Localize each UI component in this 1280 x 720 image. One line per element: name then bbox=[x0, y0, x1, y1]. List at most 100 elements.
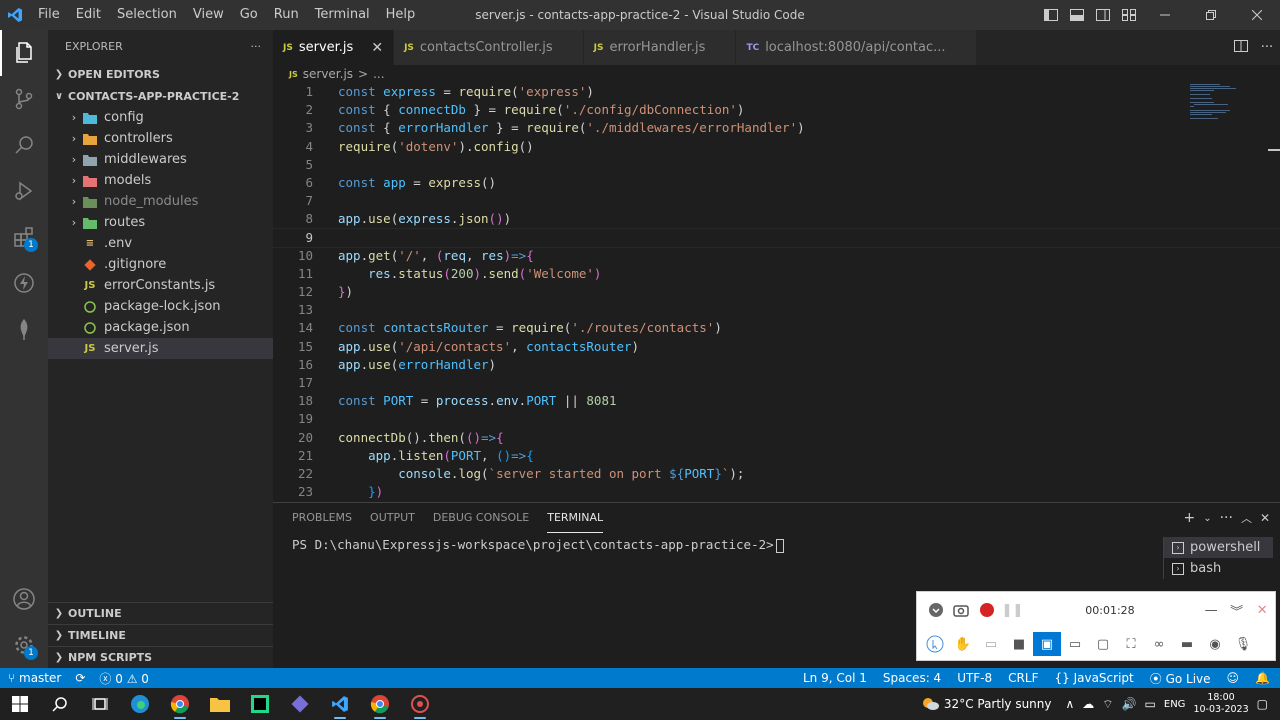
project-section[interactable]: ∨ CONTACTS-APP-PRACTICE-2 bbox=[48, 85, 273, 107]
screen-recorder-icon[interactable] bbox=[400, 688, 440, 720]
chevron-up-icon[interactable]: ∧ bbox=[1066, 697, 1075, 711]
video-camera-icon[interactable]: ■ bbox=[1005, 632, 1033, 656]
recorder-menu-icon[interactable] bbox=[923, 598, 949, 622]
npm-scripts-section[interactable]: ❯ NPM SCRIPTS bbox=[48, 646, 273, 668]
explorer-more-icon[interactable]: ··· bbox=[251, 40, 262, 53]
restore-icon[interactable] bbox=[1188, 0, 1234, 30]
toggle-panel-icon[interactable] bbox=[1064, 0, 1090, 30]
encoding[interactable]: UTF-8 bbox=[957, 671, 992, 685]
task-view-icon[interactable] bbox=[80, 688, 120, 720]
monitor-icon[interactable]: ▭ bbox=[1061, 632, 1089, 656]
volume-icon[interactable]: 🔊 bbox=[1122, 697, 1137, 711]
more-actions-icon[interactable]: ··· bbox=[1254, 40, 1280, 55]
tab-terminal[interactable]: TERMINAL bbox=[547, 503, 604, 533]
menu-file[interactable]: File bbox=[30, 0, 68, 30]
tab-problems[interactable]: PROBLEMS bbox=[292, 503, 352, 533]
chevron-down-icon[interactable]: ⌄ bbox=[1203, 513, 1211, 524]
weather-text[interactable]: 32°C Partly sunny bbox=[944, 697, 1052, 711]
close-panel-icon[interactable]: ✕ bbox=[1260, 511, 1270, 525]
tab-server-js[interactable]: JS server.js ✕ bbox=[273, 30, 395, 65]
extensions-icon[interactable]: 1 bbox=[0, 214, 48, 260]
microphone-icon[interactable]: 🎙 bbox=[1229, 632, 1257, 656]
wifi-icon[interactable]: ⌔ bbox=[1102, 697, 1113, 712]
webcam-icon[interactable]: ◉ bbox=[1201, 632, 1229, 656]
menu-run[interactable]: Run bbox=[266, 0, 307, 30]
weather-icon[interactable] bbox=[920, 695, 940, 714]
close-window-icon[interactable] bbox=[1234, 0, 1280, 30]
new-terminal-icon[interactable]: + bbox=[1183, 510, 1195, 526]
go-live[interactable]: ⦿ Go Live bbox=[1150, 670, 1211, 687]
language-mode[interactable]: {} JavaScript bbox=[1054, 671, 1133, 685]
minimap[interactable] bbox=[1190, 83, 1250, 133]
tree-folder-routes[interactable]: › routes bbox=[48, 212, 273, 233]
notification-center-icon[interactable]: ▢ bbox=[1257, 697, 1268, 711]
git-icon[interactable] bbox=[280, 688, 320, 720]
clock[interactable]: 18:00 10-03-2023 bbox=[1193, 692, 1248, 716]
tree-file-errorconstants[interactable]: JS errorConstants.js bbox=[48, 275, 273, 296]
record-button-icon[interactable] bbox=[974, 598, 1000, 622]
breadcrumb-more[interactable]: ... bbox=[373, 67, 384, 81]
menu-selection[interactable]: Selection bbox=[109, 0, 185, 30]
split-editor-icon[interactable] bbox=[1228, 39, 1254, 56]
folder-icon[interactable]: ▬ bbox=[1173, 632, 1201, 656]
menu-go[interactable]: Go bbox=[232, 0, 266, 30]
chrome-icon[interactable] bbox=[160, 688, 200, 720]
problems-status[interactable]: ⓧ 0 ⚠ 0 bbox=[99, 670, 149, 687]
tab-debug-console[interactable]: DEBUG CONSOLE bbox=[433, 503, 529, 533]
manage-gear-icon[interactable]: 1 bbox=[0, 622, 48, 668]
close-icon[interactable]: ✕ bbox=[1249, 598, 1275, 622]
tab-error-handler[interactable]: JS errorHandler.js bbox=[583, 30, 737, 65]
more-actions-icon[interactable]: ··· bbox=[1220, 510, 1233, 526]
customize-layout-icon[interactable] bbox=[1116, 0, 1142, 30]
toggle-secondary-sidebar-icon[interactable] bbox=[1090, 0, 1116, 30]
scrollbar-position[interactable] bbox=[1268, 149, 1280, 151]
thunder-client-icon[interactable] bbox=[0, 260, 48, 306]
outline-section[interactable]: ❯ OUTLINE bbox=[48, 602, 273, 624]
minimize-icon[interactable] bbox=[1142, 0, 1188, 30]
code-editor[interactable]: 1 const express = require('express') 2 con… bbox=[273, 83, 1280, 501]
toggle-primary-sidebar-icon[interactable] bbox=[1038, 0, 1064, 30]
minimize-icon[interactable]: — bbox=[1198, 598, 1224, 622]
tree-file-package[interactable]: package.json bbox=[48, 317, 273, 338]
camera-icon[interactable] bbox=[949, 598, 975, 622]
timeline-section[interactable]: ❯ TIMELINE bbox=[48, 624, 273, 646]
chrome-icon[interactable] bbox=[360, 688, 400, 720]
window-icon[interactable]: ▢ bbox=[1089, 632, 1117, 656]
tree-file-server[interactable]: JS server.js bbox=[48, 338, 273, 359]
terminal-item-powershell[interactable]: › powershell bbox=[1164, 537, 1273, 558]
indentation[interactable]: Spaces: 4 bbox=[883, 671, 941, 685]
screen-region-icon[interactable]: ▣ bbox=[1033, 632, 1061, 656]
menu-view[interactable]: View bbox=[185, 0, 232, 30]
run-debug-icon[interactable] bbox=[0, 168, 48, 214]
fullscreen-icon[interactable]: ⛶ bbox=[1117, 632, 1145, 656]
end-of-line[interactable]: CRLF bbox=[1008, 671, 1038, 685]
source-control-icon[interactable] bbox=[0, 76, 48, 122]
tab-thunder-client[interactable]: TC localhost:8080/api/contac... bbox=[736, 30, 977, 65]
tab-contacts-controller[interactable]: JS contactsController.js bbox=[394, 30, 584, 65]
breadcrumb-file[interactable]: server.js bbox=[303, 67, 353, 81]
notifications-icon[interactable]: 🔔 bbox=[1255, 671, 1270, 685]
hand-icon[interactable]: ✋ bbox=[949, 632, 977, 656]
windows-start-icon[interactable] bbox=[0, 688, 40, 720]
tree-folder-controllers[interactable]: › controllers bbox=[48, 128, 273, 149]
tree-folder-middlewares[interactable]: › middlewares bbox=[48, 149, 273, 170]
pointer-icon[interactable] bbox=[921, 632, 949, 656]
pycharm-icon[interactable] bbox=[240, 688, 280, 720]
maximize-panel-icon[interactable]: ︿ bbox=[1241, 510, 1252, 526]
tree-folder-config[interactable]: › config bbox=[48, 107, 273, 128]
mongodb-icon[interactable] bbox=[0, 306, 48, 352]
link-icon[interactable]: ∞ bbox=[1145, 632, 1173, 656]
search-icon[interactable] bbox=[40, 688, 80, 720]
menu-help[interactable]: Help bbox=[378, 0, 424, 30]
cursor-position[interactable]: Ln 9, Col 1 bbox=[803, 671, 867, 685]
battery-icon[interactable]: ▭ bbox=[1145, 697, 1156, 711]
feedback-icon[interactable]: ☺ bbox=[1227, 671, 1240, 685]
tree-file-package-lock[interactable]: package-lock.json bbox=[48, 296, 273, 317]
edge-browser-icon[interactable] bbox=[120, 688, 160, 720]
menu-edit[interactable]: Edit bbox=[68, 0, 109, 30]
onedrive-icon[interactable]: ☁ bbox=[1082, 697, 1094, 711]
vscode-taskbar-icon[interactable] bbox=[320, 688, 360, 720]
pause-icon[interactable]: ❚❚ bbox=[1000, 598, 1026, 622]
collapse-icon[interactable]: ︾ bbox=[1224, 598, 1250, 622]
menu-terminal[interactable]: Terminal bbox=[307, 0, 378, 30]
